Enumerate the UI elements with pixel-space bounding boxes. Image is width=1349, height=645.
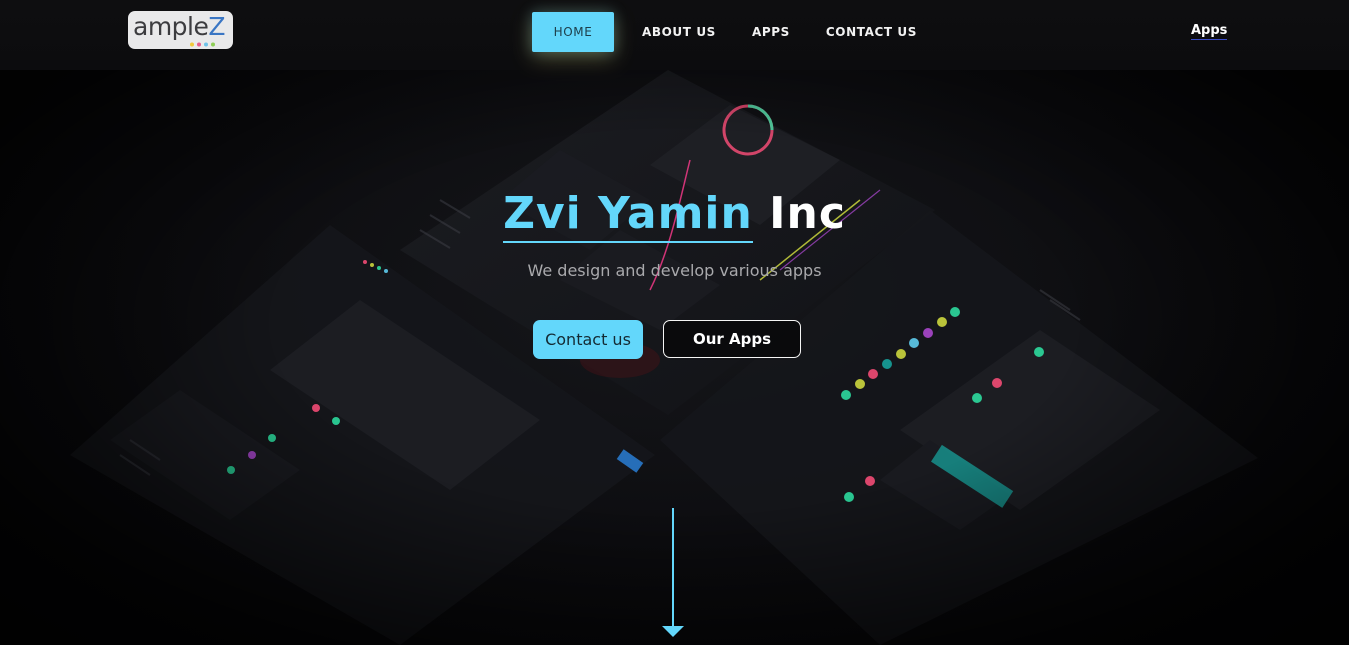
hero-title: Zvi Yamin Inc	[0, 188, 1349, 243]
logo-dots-icon	[190, 42, 215, 47]
hero-subtitle: We design and develop various apps	[527, 261, 822, 280]
hero-title-accent: Zvi Yamin	[503, 188, 753, 243]
arrow-down-icon[interactable]	[661, 508, 685, 638]
nav-home[interactable]: HOME	[532, 12, 614, 52]
logo-text: ampleZ	[133, 12, 226, 41]
our-apps-button[interactable]: Our Apps	[663, 320, 801, 358]
hero-title-rest: Inc	[752, 188, 846, 239]
landing-page: ampleZ HOME ABOUT US APPS CONTACT US App…	[0, 0, 1349, 645]
contact-us-button[interactable]: Contact us	[533, 320, 643, 359]
main-nav: HOME ABOUT US APPS CONTACT US	[532, 12, 917, 52]
nav-about-us[interactable]: ABOUT US	[642, 12, 716, 52]
nav-contact-us[interactable]: CONTACT US	[826, 12, 917, 52]
logo[interactable]: ampleZ	[128, 11, 233, 49]
nav-apps[interactable]: APPS	[752, 12, 790, 52]
top-navbar: ampleZ HOME ABOUT US APPS CONTACT US App…	[0, 0, 1349, 70]
nav-apps-link[interactable]: Apps	[1191, 23, 1228, 40]
hero-buttons: Contact us Our Apps	[533, 320, 801, 359]
